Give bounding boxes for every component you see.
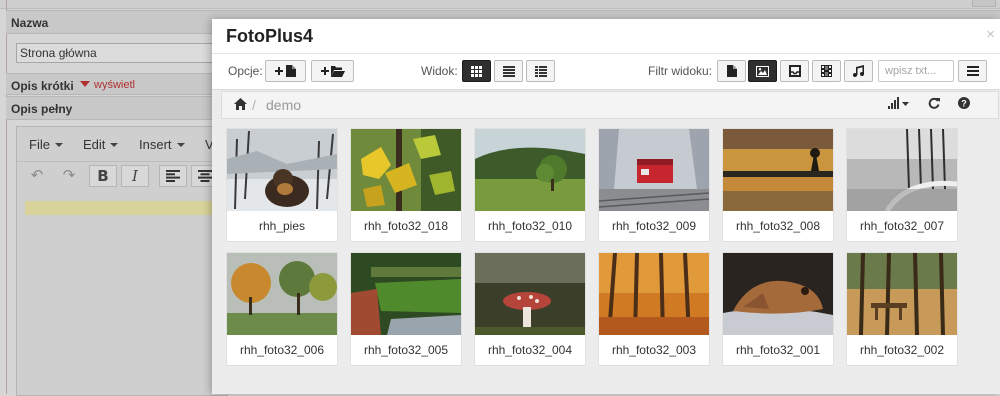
filter-archives-button[interactable] bbox=[780, 60, 809, 82]
file-tile-rhh-foto32-004[interactable]: rhh_foto32_004 bbox=[475, 253, 585, 365]
view-details-button[interactable] bbox=[526, 60, 555, 82]
file-name: rhh_foto32_001 bbox=[735, 343, 821, 357]
file-name: rhh_foto32_009 bbox=[611, 219, 697, 233]
thumbnail-image bbox=[227, 129, 337, 211]
home-icon[interactable] bbox=[234, 98, 247, 113]
file-name: rhh_foto32_002 bbox=[859, 343, 945, 357]
breadcrumb-separator: / bbox=[252, 97, 256, 113]
file-name: rhh_foto32_018 bbox=[363, 219, 449, 233]
thumbnail-image bbox=[599, 129, 709, 211]
fotoplus-modal: FotoPlus4 × Opcje: Widok: Filtr widoku: … bbox=[212, 19, 1000, 394]
filter-video-button[interactable] bbox=[812, 60, 841, 82]
list-view-icon bbox=[502, 65, 515, 77]
thumbnail-image bbox=[847, 129, 957, 211]
triangle-down-icon bbox=[80, 81, 90, 87]
rich-text-editor: File Edit Insert V ↶ ↷ B I bbox=[16, 126, 228, 396]
short-desc-label: Opis krótki bbox=[11, 79, 74, 93]
archive-icon bbox=[788, 65, 801, 77]
page-left-border bbox=[6, 0, 7, 394]
filter-documents-button[interactable] bbox=[717, 60, 746, 82]
music-icon bbox=[853, 65, 864, 77]
image-icon bbox=[756, 65, 769, 77]
bold-icon[interactable]: B bbox=[89, 165, 117, 187]
field-name-label: Nazwa bbox=[11, 16, 49, 30]
file-name: rhh_foto32_003 bbox=[611, 343, 697, 357]
thumbnail-image bbox=[475, 129, 585, 211]
italic-icon[interactable]: I bbox=[121, 165, 149, 187]
top-strip-button[interactable] bbox=[972, 0, 996, 7]
file-tile-rhh-foto32-010[interactable]: rhh_foto32_010 bbox=[475, 129, 585, 241]
file-tile-rhh-pies[interactable]: rhh_pies bbox=[227, 129, 337, 241]
file-name: rhh_foto32_005 bbox=[363, 343, 449, 357]
thumbnail-image bbox=[475, 253, 585, 335]
file-icon bbox=[726, 65, 737, 77]
file-name: rhh_foto32_007 bbox=[859, 219, 945, 233]
sort-icon[interactable] bbox=[888, 97, 910, 112]
top-strip bbox=[0, 0, 1000, 9]
view-label: Widok: bbox=[421, 64, 458, 78]
file-name: rhh_pies bbox=[258, 219, 306, 233]
filter-label: Filtr widoku: bbox=[648, 64, 713, 78]
search-input[interactable] bbox=[878, 60, 954, 82]
svg-text:?: ? bbox=[961, 98, 967, 108]
close-icon[interactable]: × bbox=[986, 26, 995, 43]
modal-header: FotoPlus4 × bbox=[212, 19, 1000, 53]
redo-icon[interactable]: ↷ bbox=[55, 165, 83, 187]
thumbnail-image bbox=[351, 253, 461, 335]
editor-menubar: File Edit Insert V bbox=[17, 127, 227, 161]
caret-down-icon bbox=[110, 143, 119, 147]
editor-menu-insert[interactable]: Insert bbox=[139, 137, 185, 152]
caret-down-icon bbox=[54, 143, 63, 147]
editor-menu-file[interactable]: File bbox=[29, 137, 63, 152]
thumbnail-image bbox=[599, 253, 709, 335]
file-tile-rhh-foto32-018[interactable]: rhh_foto32_018 bbox=[351, 129, 461, 241]
file-tile-rhh-foto32-008[interactable]: rhh_foto32_008 bbox=[723, 129, 833, 241]
file-name: rhh_foto32_006 bbox=[239, 343, 325, 357]
thumbnail-image bbox=[351, 129, 461, 211]
editor-toolbar: ↶ ↷ B I bbox=[17, 161, 227, 188]
thumbnail-image bbox=[847, 253, 957, 335]
film-icon bbox=[821, 65, 832, 77]
field-name-value: Strona główna bbox=[20, 46, 97, 60]
thumbnail-image bbox=[723, 129, 833, 211]
add-file-icon bbox=[274, 65, 296, 77]
view-grid-button[interactable] bbox=[462, 60, 491, 82]
file-tile-rhh-foto32-009[interactable]: rhh_foto32_009 bbox=[599, 129, 709, 241]
refresh-icon[interactable] bbox=[928, 97, 940, 112]
add-file-button[interactable] bbox=[265, 60, 306, 82]
caret-down-icon bbox=[176, 143, 185, 147]
hamburger-icon bbox=[966, 66, 979, 76]
thumbnail-image bbox=[227, 253, 337, 335]
file-tile-rhh-foto32-007[interactable]: rhh_foto32_007 bbox=[847, 129, 957, 241]
breadcrumb: / demo ? bbox=[221, 91, 999, 119]
file-tile-rhh-foto32-005[interactable]: rhh_foto32_005 bbox=[351, 253, 461, 365]
file-name: rhh_foto32_010 bbox=[487, 219, 573, 233]
filter-images-button[interactable] bbox=[748, 60, 777, 82]
details-view-icon bbox=[534, 65, 547, 77]
menu-button[interactable] bbox=[958, 60, 987, 82]
filter-audio-button[interactable] bbox=[844, 60, 873, 82]
thumbnail-image bbox=[723, 253, 833, 335]
breadcrumb-folder[interactable]: demo bbox=[266, 97, 301, 113]
file-tile-rhh-foto32-003[interactable]: rhh_foto32_003 bbox=[599, 253, 709, 365]
file-tile-rhh-foto32-006[interactable]: rhh_foto32_006 bbox=[227, 253, 337, 365]
modal-toolbar: Opcje: Widok: Filtr widoku: wpisz txt... bbox=[212, 53, 1000, 90]
grid-view-icon bbox=[471, 65, 482, 77]
editor-highlighted-line bbox=[25, 201, 227, 215]
file-tile-rhh-foto32-002[interactable]: rhh_foto32_002 bbox=[847, 253, 957, 365]
file-name: rhh_foto32_008 bbox=[735, 219, 821, 233]
short-desc-toggle[interactable]: wyświetl bbox=[80, 79, 135, 91]
align-left-icon[interactable] bbox=[159, 165, 187, 187]
file-name: rhh_foto32_004 bbox=[487, 343, 573, 357]
help-icon[interactable]: ? bbox=[958, 97, 970, 112]
view-list-button[interactable] bbox=[494, 60, 523, 82]
undo-icon[interactable]: ↶ bbox=[23, 165, 51, 187]
file-tile-rhh-foto32-001[interactable]: rhh_foto32_001 bbox=[723, 253, 833, 365]
editor-menu-edit[interactable]: Edit bbox=[83, 137, 119, 152]
full-desc-label: Opis pełny bbox=[11, 102, 73, 116]
options-label: Opcje: bbox=[228, 64, 263, 78]
add-folder-icon bbox=[320, 66, 345, 77]
add-folder-button[interactable] bbox=[311, 60, 354, 82]
modal-title: FotoPlus4 bbox=[226, 26, 314, 46]
